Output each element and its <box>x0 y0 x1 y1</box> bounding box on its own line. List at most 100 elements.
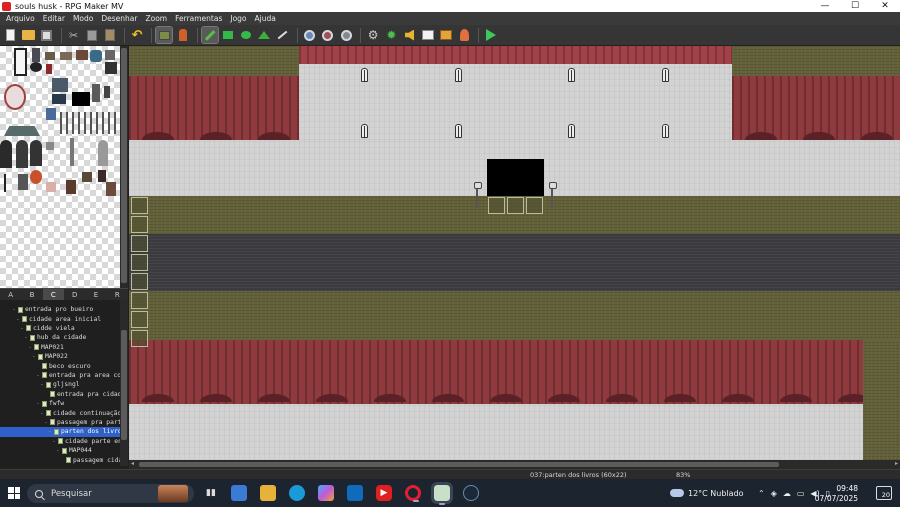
ellipse-icon[interactable] <box>238 27 254 43</box>
map-tree-item[interactable]: - MAP044 <box>0 446 120 455</box>
scroll-right-icon[interactable]: ▸ <box>895 460 898 467</box>
tray-chevron-icon[interactable]: ⌃ <box>758 489 765 498</box>
playtest-icon[interactable] <box>483 27 499 43</box>
tile-sprite[interactable] <box>0 140 12 168</box>
map-tree-item[interactable]: beco escuro <box>0 361 120 370</box>
tile-sprite[interactable] <box>30 62 42 72</box>
copilot-icon[interactable] <box>318 485 334 501</box>
tile-sprite[interactable] <box>30 140 42 166</box>
resource-manager-icon[interactable] <box>438 27 454 43</box>
tab-c[interactable]: C <box>42 289 64 300</box>
youtube-icon[interactable]: ▶ <box>376 485 392 501</box>
map-tree-item[interactable]: - cidade continuação m <box>0 408 120 417</box>
event-mode-icon[interactable] <box>175 27 191 43</box>
map-event[interactable] <box>131 311 148 328</box>
event-searcher-icon[interactable] <box>420 27 436 43</box>
map-tree-item[interactable]: - hub da cidade <box>0 333 120 342</box>
tile-sprite[interactable] <box>45 52 55 60</box>
map-event[interactable] <box>131 292 148 309</box>
windows-start-icon[interactable] <box>8 487 20 499</box>
tab-d[interactable]: D <box>64 289 85 300</box>
scrollbar-thumb[interactable] <box>139 462 779 467</box>
map-tree-item[interactable]: - MAP021 <box>0 343 120 352</box>
menu-jogo[interactable]: Jogo <box>226 14 250 23</box>
tileset-palette[interactable] <box>0 46 120 288</box>
taskbar-clock[interactable]: 09:48 07/07/2025 <box>815 484 858 504</box>
notification-center[interactable]: 20 <box>876 486 892 500</box>
map-event[interactable] <box>131 216 148 233</box>
menu-ferramentas[interactable]: Ferramentas <box>171 14 226 23</box>
tile-sprite[interactable] <box>16 140 28 168</box>
save-project-icon[interactable] <box>38 27 54 43</box>
map-tree-item[interactable]: passagem cidade <box>0 455 120 464</box>
tab-b[interactable]: B <box>21 289 42 300</box>
collapse-icon[interactable]: - <box>36 400 40 407</box>
tile-sprite[interactable] <box>4 174 12 192</box>
database-icon[interactable]: ⚙ <box>365 27 381 43</box>
map-tree-scrollbar[interactable] <box>120 300 128 466</box>
tile-sprite[interactable] <box>98 170 106 182</box>
map-event[interactable] <box>131 197 148 214</box>
map-tree-item[interactable]: - fwfw <box>0 399 120 408</box>
zoom-in-icon[interactable] <box>302 27 318 43</box>
tile-sprite[interactable] <box>98 140 108 166</box>
tile-sprite[interactable] <box>105 62 117 74</box>
tile-sprite[interactable] <box>104 86 110 98</box>
selected-tile[interactable] <box>14 48 27 76</box>
map-mode-icon[interactable] <box>155 26 174 44</box>
close-button[interactable]: ✕ <box>870 0 900 12</box>
store-icon[interactable] <box>231 485 247 501</box>
tile-sprite[interactable] <box>30 170 42 184</box>
sound-test-icon[interactable] <box>402 27 418 43</box>
map-tree-item[interactable]: - entrada pra area comercial <box>0 371 120 380</box>
collapse-icon[interactable]: - <box>36 372 40 379</box>
map-event[interactable] <box>488 197 505 214</box>
tile-sprite[interactable] <box>70 138 74 166</box>
scrollbar-thumb[interactable] <box>121 48 127 283</box>
zoom-out-icon[interactable] <box>320 27 336 43</box>
copy-icon[interactable] <box>84 27 100 43</box>
map-tree-item[interactable]: - cidde viela <box>0 324 120 333</box>
paste-icon[interactable] <box>102 27 118 43</box>
tile-sprite[interactable] <box>46 142 54 150</box>
collapse-icon[interactable]: - <box>20 325 24 332</box>
tile-sprite[interactable] <box>102 112 118 134</box>
tile-sprite[interactable] <box>90 50 102 62</box>
map-tree-item[interactable]: - cidade area inicial <box>0 314 120 323</box>
map-tree-item[interactable]: - parten dos livros <box>0 427 120 437</box>
outlook-icon[interactable] <box>347 485 363 501</box>
map-event[interactable] <box>526 197 543 214</box>
menu-desenhar[interactable]: Desenhar <box>97 14 141 23</box>
file-explorer-icon[interactable] <box>260 485 276 501</box>
tile-sprite[interactable] <box>76 50 88 60</box>
shadow-pen-icon[interactable] <box>274 27 290 43</box>
palette-scrollbar[interactable] <box>120 46 128 288</box>
map-tree-item[interactable]: - gljsngl <box>0 380 120 389</box>
tile-sprite[interactable] <box>52 78 68 92</box>
tab-r[interactable]: R <box>107 289 128 300</box>
new-project-icon[interactable] <box>2 27 18 43</box>
collapse-icon[interactable]: - <box>44 419 48 426</box>
map-tree-item[interactable]: - MAP022 <box>0 352 120 361</box>
weather-widget[interactable]: 12°C Nublado <box>670 479 744 507</box>
tile-sprite[interactable] <box>72 92 90 106</box>
collapse-icon[interactable]: - <box>24 334 28 341</box>
taskbar-search[interactable]: Pesquisar <box>27 484 194 503</box>
tile-sprite[interactable] <box>106 182 116 196</box>
collapse-icon[interactable]: - <box>40 381 44 388</box>
rectangle-icon[interactable] <box>220 27 236 43</box>
menu-editar[interactable]: Editar <box>39 14 69 23</box>
tile-sprite[interactable] <box>4 84 26 110</box>
pencil-icon[interactable] <box>200 26 219 44</box>
collapse-icon[interactable]: - <box>16 316 20 323</box>
tile-sprite[interactable] <box>52 94 66 104</box>
tile-sprite[interactable] <box>46 182 56 192</box>
map-tree-item[interactable]: - passagem pra parte <box>0 418 120 427</box>
minimize-button[interactable]: — <box>810 0 840 12</box>
tile-sprite[interactable] <box>4 126 40 136</box>
map-event[interactable] <box>131 330 148 347</box>
collapse-icon[interactable]: - <box>52 438 56 445</box>
map-tree-item[interactable]: - cidade parte entr <box>0 437 120 446</box>
tile-sprite[interactable] <box>66 180 76 194</box>
collapse-icon[interactable]: - <box>28 344 32 351</box>
